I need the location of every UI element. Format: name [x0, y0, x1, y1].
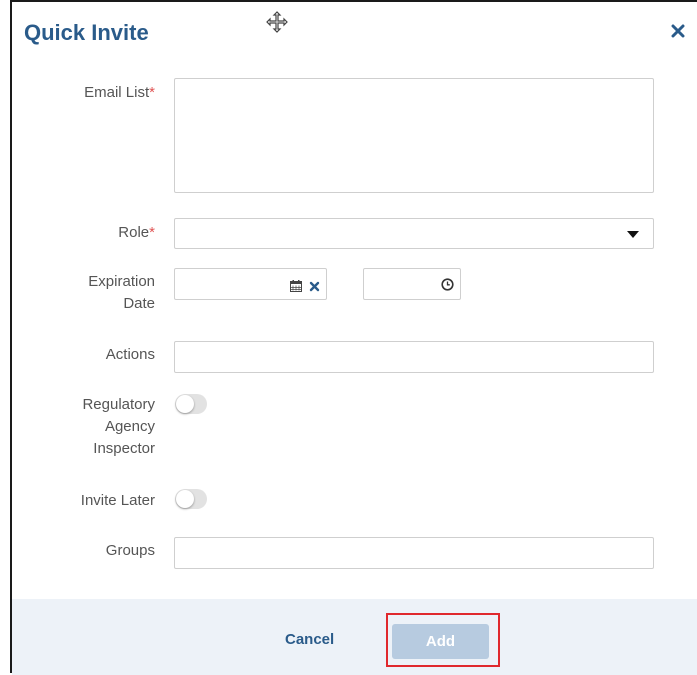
actions-label: Actions [105, 346, 155, 363]
expiration-date-label: Expiration Date [88, 273, 155, 312]
expiration-time-input[interactable] [363, 268, 461, 300]
expiration-date-input[interactable] [174, 268, 327, 300]
highlight-box [386, 613, 500, 667]
clock-icon[interactable] [441, 278, 454, 296]
close-icon[interactable] [671, 24, 689, 42]
invite-later-toggle[interactable] [175, 489, 207, 509]
quick-invite-dialog: Quick Invite Email List* Role* Expiratio… [10, 0, 697, 675]
regulatory-agency-inspector-label: Regulatory Agency Inspector [82, 396, 155, 457]
email-list-label: Email List* [84, 84, 155, 101]
clear-date-icon[interactable] [309, 279, 320, 297]
role-label: Role* [118, 224, 155, 241]
role-select[interactable] [174, 218, 654, 249]
groups-input[interactable] [174, 537, 654, 569]
calendar-icon[interactable] [290, 279, 302, 297]
actions-input[interactable] [174, 341, 654, 373]
email-list-field[interactable] [174, 78, 654, 193]
cancel-button[interactable]: Cancel [285, 631, 334, 648]
chevron-down-icon [627, 231, 639, 238]
invite-later-label: Invite Later [80, 492, 155, 509]
groups-label: Groups [105, 542, 155, 559]
move-icon[interactable] [265, 10, 289, 34]
regulatory-agency-inspector-toggle[interactable] [175, 394, 207, 414]
dialog-title: Quick Invite [24, 20, 149, 45]
dialog-footer [12, 599, 697, 675]
